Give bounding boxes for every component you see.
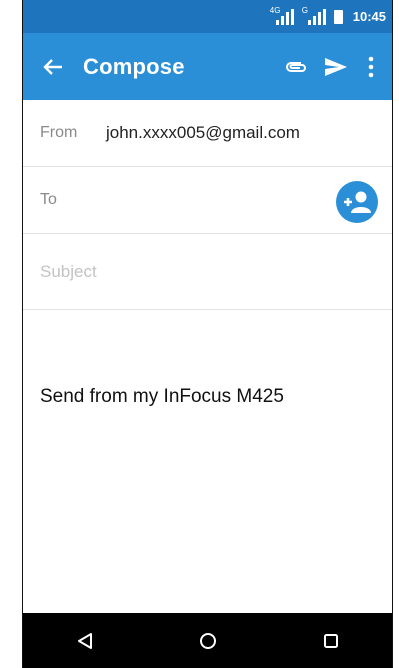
network-type-label-2: G (301, 5, 308, 15)
to-input[interactable] (83, 181, 322, 221)
to-label: To (40, 191, 57, 208)
device-frame: 4G G 10:45 Compose From john.xxxx005@gma… (0, 0, 399, 668)
send-icon (325, 57, 347, 76)
subject-field[interactable]: Subject (23, 234, 392, 310)
add-person-icon (344, 191, 371, 213)
from-label: From (40, 124, 78, 141)
status-bar: 4G G 10:45 (23, 0, 392, 33)
overflow-menu-button[interactable] (356, 47, 386, 87)
battery-icon (333, 9, 343, 24)
network-type-label: 4G (269, 5, 281, 15)
app-bar: Compose (23, 33, 392, 100)
send-button[interactable] (316, 47, 356, 87)
page-title: Compose (83, 53, 185, 79)
attach-button[interactable] (276, 47, 316, 87)
attach-icon (286, 61, 306, 72)
screen: 4G G 10:45 Compose From john.xxxx005@gma… (22, 0, 393, 668)
navigation-bar (23, 613, 392, 668)
back-arrow-icon (43, 58, 62, 75)
nav-back-button[interactable] (55, 621, 115, 661)
back-triangle-icon (77, 632, 92, 649)
recents-square-icon (323, 633, 338, 648)
from-account[interactable]: john.xxxx005@gmail.com (106, 123, 300, 143)
add-contact-button[interactable] (336, 181, 378, 223)
overflow-menu-icon (368, 56, 374, 77)
message-body[interactable]: Send from my InFocus M425 (40, 386, 284, 408)
back-button[interactable] (23, 56, 83, 78)
status-time: 10:45 (352, 9, 386, 24)
nav-recents-button[interactable] (301, 621, 361, 661)
from-row: From john.xxxx005@gmail.com (23, 100, 392, 167)
to-row: To (23, 167, 392, 234)
signal-4g-icon: 4G (270, 6, 294, 25)
signal-g-icon: G (302, 6, 326, 25)
home-circle-icon (199, 632, 216, 649)
subject-placeholder: Subject (40, 261, 97, 281)
nav-home-button[interactable] (178, 621, 238, 661)
